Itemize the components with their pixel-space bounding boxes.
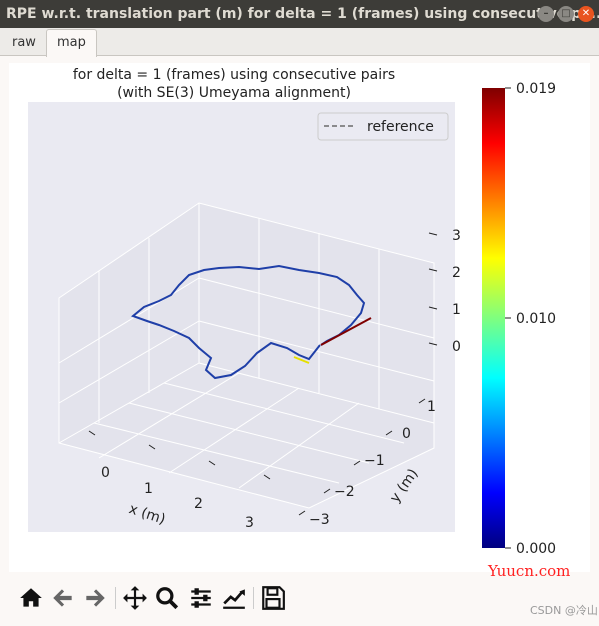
forward-icon[interactable] <box>82 585 108 611</box>
colorbar-tick: 0.000 <box>516 541 556 557</box>
legend-label: reference <box>367 119 434 135</box>
plot-3d[interactable]: 0 1 2 3 x (m) 1 0 −1 −2 −3 y (m) 3 2 1 0… <box>9 63 590 572</box>
minimize-button[interactable]: – <box>538 6 554 22</box>
x-tick: 2 <box>194 496 203 512</box>
legend: reference <box>317 112 449 141</box>
watermark-author: CSDN @冷山 <box>530 604 598 617</box>
y-tick: −2 <box>334 484 355 500</box>
watermark-site: Yuucn.com <box>488 562 571 580</box>
y-tick: 0 <box>402 426 411 442</box>
x-tick: 3 <box>245 515 254 531</box>
pan-icon[interactable] <box>122 585 148 611</box>
z-tick: 0 <box>452 339 461 355</box>
tab-raw[interactable]: raw <box>2 30 46 56</box>
colorbar <box>482 88 505 548</box>
window-titlebar: RPE w.r.t. translation part (m) for delt… <box>0 0 599 28</box>
tab-map[interactable]: map <box>46 29 97 57</box>
z-tick: 2 <box>452 265 461 281</box>
colorbar-tick: 0.010 <box>516 311 556 327</box>
y-tick: −3 <box>309 512 330 528</box>
z-tick: 1 <box>452 302 461 318</box>
z-tick: 3 <box>452 228 461 244</box>
edit-axis-icon[interactable] <box>221 585 247 611</box>
plot-title-line2: (with SE(3) Umeyama alignment) <box>117 85 351 101</box>
maximize-button[interactable]: □ <box>558 6 574 22</box>
y-tick: 1 <box>427 399 436 415</box>
configure-subplots-icon[interactable] <box>188 585 214 611</box>
zoom-icon[interactable] <box>154 585 180 611</box>
plot-title-line1: for delta = 1 (frames) using consecutive… <box>73 67 395 83</box>
close-button[interactable]: ✕ <box>578 6 594 22</box>
home-icon[interactable] <box>18 585 44 611</box>
x-tick: 1 <box>144 481 153 497</box>
window-title: RPE w.r.t. translation part (m) for delt… <box>6 6 599 22</box>
colorbar-tick: 0.019 <box>516 81 556 97</box>
figure-canvas[interactable]: 0 1 2 3 x (m) 1 0 −1 −2 −3 y (m) 3 2 1 0… <box>9 63 590 572</box>
y-tick: −1 <box>364 453 385 469</box>
tab-bar: raw map <box>0 28 599 57</box>
save-icon[interactable] <box>260 585 286 611</box>
back-icon[interactable] <box>50 585 76 611</box>
x-tick: 0 <box>101 465 110 481</box>
